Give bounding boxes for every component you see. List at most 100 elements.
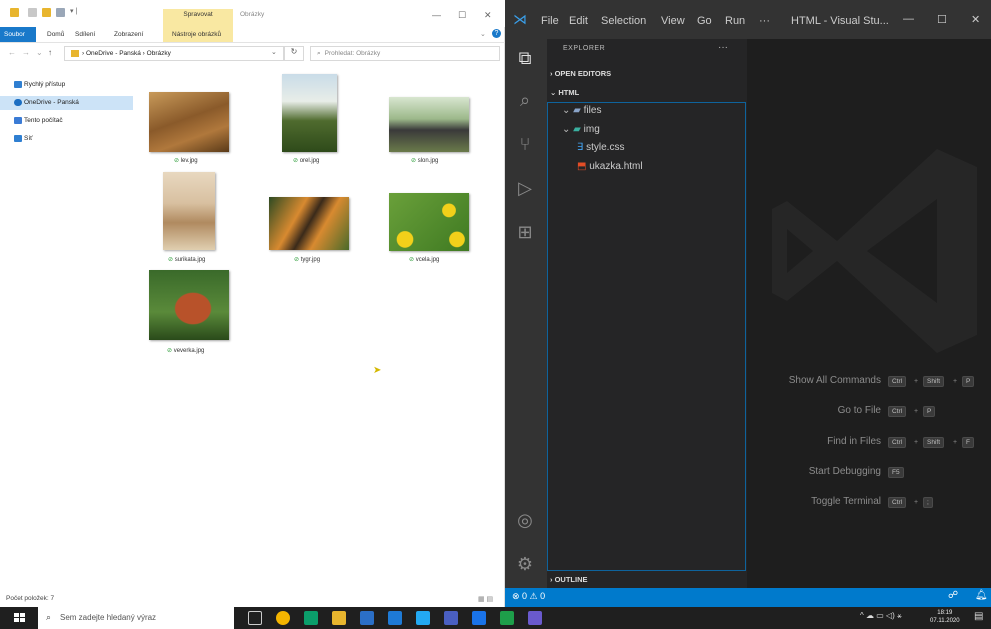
section-label: OPEN EDITORS (554, 69, 612, 78)
network-icon (14, 135, 22, 142)
chevron-down-icon: ⌄ (562, 105, 571, 116)
activity-bar (505, 39, 547, 588)
key-shift: Shift (923, 437, 945, 448)
menu-view[interactable]: View (661, 15, 685, 27)
taskbar-search-input[interactable]: ⌕ Sem zadejte hledaný výraz (38, 607, 234, 629)
nav-item-quick-access[interactable]: Rychlý přístup (0, 78, 133, 92)
context-tab-title[interactable]: Spravovat (163, 11, 233, 18)
hint-find-in-files: Find in Files (827, 436, 881, 447)
run-debug-icon[interactable]: ▷ (513, 176, 537, 200)
tree-item-files[interactable]: ⌄ ▰ files (562, 105, 601, 116)
chevron-right-icon: › (550, 69, 553, 78)
search-icon[interactable]: ⌕ (513, 88, 537, 112)
account-icon[interactable]: ◎ (513, 508, 537, 532)
tree-item-img[interactable]: ⌄ ▰ img (562, 124, 600, 135)
tab-view[interactable]: Zobrazení (114, 31, 143, 38)
thumbnail-squirrel (149, 270, 229, 340)
close-icon[interactable]: ✕ (484, 10, 492, 21)
task-view-icon[interactable] (248, 611, 262, 625)
explorer-header: EXPLORER (563, 45, 606, 52)
quick-access-dropdown-icon[interactable]: ▾ | (70, 7, 77, 15)
item-count-status: Počet položek: 7 (6, 595, 55, 602)
system-tray[interactable]: ^ ☁ ▭ ◁) ⚹ (860, 611, 902, 621)
network-app-icon[interactable] (304, 611, 318, 625)
thumbnail-elephant (389, 97, 469, 152)
thumbnail-eagle (282, 74, 337, 152)
source-control-icon[interactable]: ⑂ (513, 132, 537, 156)
notification-center-icon[interactable]: ▤ (974, 611, 983, 622)
key-f: F (962, 437, 974, 448)
explorer-files-icon[interactable]: ⧉ (513, 46, 537, 70)
refresh-button[interactable]: ↻ (284, 46, 304, 61)
tab-home[interactable]: Domů (47, 31, 64, 38)
app-icon[interactable] (472, 611, 486, 625)
open-editors-section[interactable]: › OPEN EDITORS (550, 69, 611, 78)
star-icon (14, 81, 22, 88)
menu-more[interactable]: ··· (759, 15, 770, 27)
vscode-logo-icon: ⋊ (513, 11, 527, 27)
properties-icon[interactable] (28, 8, 37, 17)
outline-section[interactable]: › OUTLINE (550, 575, 588, 584)
thumbnail-lion (149, 92, 229, 152)
menu-selection[interactable]: Selection (601, 15, 646, 27)
address-path: › OneDrive - Panská › Obrázky (82, 50, 171, 58)
tree-item-ukazka-html[interactable]: ⬒ ukazka.html (577, 161, 643, 172)
file-name: lev.jpg (180, 158, 198, 164)
notifications-bell-icon[interactable]: 🔔︎ (975, 590, 988, 601)
tab-share[interactable]: Sdílení (75, 31, 95, 38)
help-icon[interactable]: ? (492, 29, 501, 38)
nav-item-onedrive[interactable]: OneDrive - Panská (0, 96, 133, 110)
file-name: slon.jpg (417, 158, 439, 164)
menu-go[interactable]: Go (697, 15, 712, 27)
maximize-icon[interactable]: ☐ (458, 10, 466, 21)
taskbar-search-placeholder: Sem zadejte hledaný výraz (60, 613, 157, 622)
up-icon[interactable]: ↑ (48, 48, 52, 57)
sync-status-icon: ⊘ (411, 158, 418, 164)
chrome-icon[interactable] (276, 611, 290, 625)
forward-icon[interactable]: → (22, 48, 30, 57)
feedback-icon[interactable]: ☍ (948, 590, 958, 601)
rename-icon[interactable] (56, 8, 65, 17)
html-folder-section[interactable]: ⌄ HTML (550, 88, 579, 97)
minimize-icon[interactable]: — (903, 13, 914, 25)
tab-picture-tools[interactable]: Nástroje obrázků (172, 31, 221, 38)
tab-file[interactable]: Soubor (0, 27, 36, 42)
menu-run[interactable]: Run (725, 15, 745, 27)
sync-status-icon: ⊘ (168, 257, 175, 263)
back-icon[interactable]: ← (8, 48, 16, 57)
status-bar-right-icons[interactable]: ☍ 🔔︎ (948, 590, 988, 601)
settings-gear-icon[interactable]: ⚙ (513, 552, 537, 576)
section-label: HTML (558, 88, 580, 97)
problems-status[interactable]: ⊗ 0 ⚠ 0 (512, 591, 545, 602)
app-icon[interactable] (528, 611, 542, 625)
view-toggle-icons[interactable]: ▦ ▤ (478, 595, 493, 603)
thumbnail-tiger (269, 197, 349, 250)
menu-edit[interactable]: Edit (569, 15, 588, 27)
key-f5: F5 (888, 467, 904, 478)
excel-icon[interactable] (500, 611, 514, 625)
vscode-taskbar-icon[interactable] (416, 611, 430, 625)
start-button[interactable] (0, 607, 38, 629)
close-icon[interactable]: ✕ (971, 13, 980, 26)
taskbar-clock[interactable]: 18:19 07.11.2020 (930, 609, 960, 625)
new-folder-icon[interactable] (42, 8, 51, 17)
menu-file[interactable]: File (541, 15, 559, 27)
html-file-icon: ⬒ (577, 161, 587, 172)
mail-icon[interactable] (388, 611, 402, 625)
store-icon[interactable] (360, 611, 374, 625)
nav-item-this-pc[interactable]: Tento počítač (0, 114, 133, 128)
file-explorer-icon[interactable] (332, 611, 346, 625)
address-dropdown-icon[interactable]: ⌄ (271, 48, 277, 56)
ribbon-expand-icon[interactable]: ⌄ (480, 30, 486, 38)
search-input[interactable]: ⌕ Prohledat: Obrázky (310, 46, 500, 61)
maximize-icon[interactable]: ☐ (937, 13, 947, 26)
extensions-icon[interactable]: ⊞ (513, 220, 537, 244)
teams-icon[interactable] (444, 611, 458, 625)
address-bar[interactable]: › OneDrive - Panská › Obrázky (64, 46, 284, 61)
tree-item-style-css[interactable]: ∃ style.css (577, 142, 624, 153)
nav-item-network[interactable]: Síť (0, 132, 133, 146)
minimize-icon[interactable]: — (432, 10, 441, 20)
recent-dropdown-icon[interactable]: ⌄ (36, 48, 43, 57)
folder-icon: ▰ (573, 105, 581, 116)
more-actions-icon[interactable]: ··· (718, 42, 728, 53)
